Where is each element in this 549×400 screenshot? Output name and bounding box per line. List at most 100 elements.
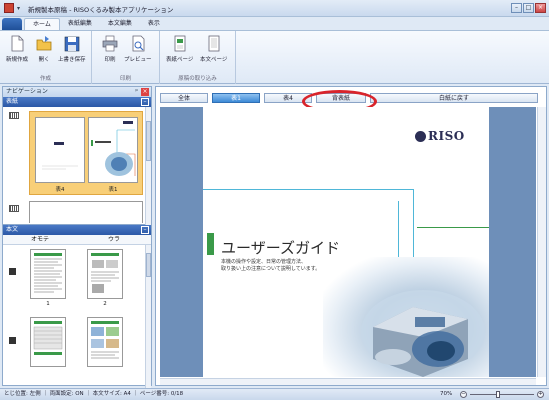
- cover-scrollbar[interactable]: [145, 107, 151, 225]
- brand-logo-text: RISO: [428, 129, 465, 143]
- cover-spread-icon-2: [9, 205, 19, 212]
- view-tab-front[interactable]: 表1: [212, 93, 260, 103]
- body-column-headers: オモテ ウラ: [3, 235, 151, 245]
- cover-section-label: 表紙: [6, 98, 19, 105]
- body-thumbnails: 1 2: [3, 245, 151, 392]
- body-scroll-thumb[interactable]: [146, 253, 151, 277]
- cover-spread-icon: [9, 112, 19, 119]
- close-panel-icon[interactable]: ×: [141, 88, 149, 96]
- save-button[interactable]: 上書き保存: [58, 35, 86, 63]
- print-button[interactable]: 印刷: [102, 35, 118, 63]
- printer-photo-icon: [361, 290, 485, 377]
- file-menu-button[interactable]: [2, 18, 22, 30]
- page-thumb-art-icon: [91, 253, 119, 293]
- zoom-in-button[interactable]: +: [537, 391, 544, 398]
- body-thumb-2[interactable]: [87, 249, 123, 299]
- page-marker-icon: [9, 337, 16, 344]
- preview-button[interactable]: プレビュー: [124, 35, 152, 63]
- app-icon[interactable]: [4, 3, 14, 13]
- close-button[interactable]: ×: [535, 3, 546, 13]
- heading-accent-bar: [207, 233, 214, 255]
- body-page-button[interactable]: 本文ページ: [200, 35, 227, 63]
- status-text: とじ位置: 左側 ｜ 両面設定: ON ｜ 本文サイズ: A4 ｜ ページ番号:…: [4, 391, 184, 397]
- main-vertical-scrollbar[interactable]: [537, 107, 546, 377]
- cover-spread-2[interactable]: [29, 201, 143, 223]
- cover-scroll-thumb[interactable]: [146, 121, 151, 161]
- main-horizontal-scrollbar[interactable]: [160, 378, 536, 385]
- decor-line: [417, 227, 489, 228]
- zoom-level: 70%: [440, 391, 453, 397]
- reset-blank-button[interactable]: 白紙に戻す: [370, 93, 538, 103]
- body-section-label: 本文: [6, 226, 19, 233]
- ribbon: 新規作成 開く 上書き保存 作成 印刷 プレビュー 印刷 表紙ページ 本文ページ: [0, 30, 549, 84]
- body-scrollbar[interactable]: [145, 245, 151, 392]
- cover-spread-selected[interactable]: 表4 表1: [29, 111, 143, 195]
- printer-icon: [102, 35, 118, 52]
- collapse-icon[interactable]: –: [141, 98, 149, 106]
- zoom-out-button[interactable]: −: [460, 391, 467, 398]
- body-thumb-label-1: 1: [46, 301, 50, 307]
- body-section-header[interactable]: 本文 –: [3, 225, 151, 235]
- cover-thumb-art-icon: [42, 142, 78, 170]
- tab-view[interactable]: 表示: [140, 18, 168, 30]
- new-document-icon: [11, 35, 24, 52]
- page-thumb-art-icon: [91, 321, 119, 359]
- cover-thumb-front-art-icon: [91, 121, 136, 176]
- cover-thumb-label-front: 表1: [108, 187, 118, 193]
- tab-cover-edit[interactable]: 表紙編集: [60, 18, 100, 30]
- import-body-icon: [208, 35, 220, 52]
- title-bar: ▾ 新規製本原稿 - RISOくるみ製本アプリケーション – □ ×: [0, 0, 549, 17]
- ribbon-group-print: 印刷 プレビュー 印刷: [92, 31, 160, 84]
- group-label-print: 印刷: [119, 76, 131, 82]
- print-preview-icon: [132, 35, 145, 52]
- ribbon-tabs: ホーム 表紙編集 本文編集 表示: [0, 17, 549, 30]
- cover-thumb-label-back: 表4: [55, 187, 65, 193]
- riso-logo-icon: [415, 131, 426, 142]
- ribbon-group-import: 表紙ページ 本文ページ 原稿の取り込み: [160, 31, 236, 84]
- navigation-panel: ナビゲーション ᵖ × 表紙 – 表4 表1 本文 – オモテ ウラ 1 2: [2, 86, 152, 392]
- cover-page[interactable]: RISO ユーザーズガイド 本機の操作や設定、日常の管理方法、 取り扱い上の注意…: [203, 107, 489, 377]
- document-heading: ユーザーズガイド: [221, 239, 340, 257]
- zoom-slider-thumb[interactable]: [496, 391, 500, 398]
- zoom-slider[interactable]: [470, 394, 534, 395]
- body-thumb-3[interactable]: [30, 317, 66, 367]
- document-subtext: 本機の操作や設定、日常の管理方法、 取り扱い上の注意について説明しています。: [221, 259, 321, 272]
- cover-thumb-front[interactable]: [88, 117, 138, 183]
- body-thumb-4[interactable]: [87, 317, 123, 367]
- save-icon: [64, 36, 80, 52]
- status-bar: とじ位置: 左側 ｜ 両面設定: ON ｜ 本文サイズ: A4 ｜ ページ番号:…: [0, 388, 549, 400]
- cover-thumb-back[interactable]: [35, 117, 85, 183]
- page-canvas: RISO ユーザーズガイド 本機の操作や設定、日常の管理方法、 取り扱い上の注意…: [160, 107, 536, 377]
- decor-line: [203, 189, 413, 190]
- body-thumb-1[interactable]: [30, 249, 66, 299]
- page-marker-icon: [9, 268, 16, 275]
- cover-section-header[interactable]: 表紙 –: [3, 97, 151, 107]
- page-thumb-art-icon: [34, 253, 62, 293]
- tab-body-edit[interactable]: 本文編集: [100, 18, 140, 30]
- window-title: 新規製本原稿 - RISOくるみ製本アプリケーション: [28, 6, 174, 14]
- group-label-create: 作成: [39, 76, 51, 82]
- column-header-back: ウラ: [107, 236, 120, 243]
- cover-page-button[interactable]: 表紙ページ: [166, 35, 193, 63]
- view-tabs: 全体 表1 表4 背表紙 白紙に戻す: [156, 90, 548, 113]
- import-cover-icon: [174, 35, 186, 52]
- new-button[interactable]: 新規作成: [6, 35, 28, 63]
- cover-thumbnails: 表4 表1: [3, 107, 151, 225]
- ribbon-group-create: 新規作成 開く 上書き保存 作成: [0, 31, 92, 84]
- open-button[interactable]: 開く: [36, 35, 52, 63]
- pin-icon[interactable]: ᵖ: [135, 87, 138, 97]
- column-header-front: オモテ: [30, 236, 49, 243]
- view-tab-all[interactable]: 全体: [160, 93, 208, 103]
- quick-access-dropdown-icon[interactable]: ▾: [17, 5, 25, 12]
- minimize-button[interactable]: –: [511, 3, 522, 13]
- product-photo: [323, 257, 489, 377]
- open-folder-icon: [36, 36, 52, 51]
- main-view: 全体 表1 表4 背表紙 白紙に戻す RISO ユーザーズガイド 本機の操作や設…: [155, 86, 547, 386]
- tab-home[interactable]: ホーム: [24, 18, 60, 30]
- maximize-button[interactable]: □: [523, 3, 534, 13]
- body-thumb-label-2: 2: [103, 301, 107, 307]
- collapse-icon[interactable]: –: [141, 226, 149, 234]
- navigation-title: ナビゲーション: [6, 88, 48, 95]
- group-label-import: 原稿の取り込み: [178, 76, 217, 82]
- page-thumb-art-icon: [33, 321, 63, 355]
